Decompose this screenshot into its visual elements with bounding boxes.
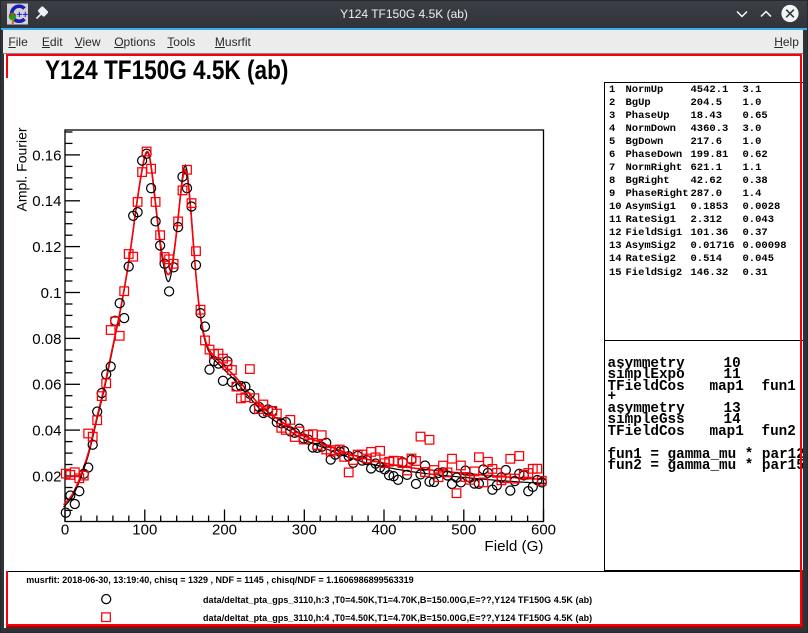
svg-text:600: 600 [531,522,556,539]
svg-text:200: 200 [212,522,237,539]
svg-text:Field (G): Field (G) [484,538,543,555]
svg-text:0.08: 0.08 [32,331,61,348]
svg-text:0: 0 [61,522,69,539]
svg-text:500: 500 [451,522,476,539]
svg-text:300: 300 [292,522,317,539]
svg-text:100: 100 [132,522,157,539]
svg-text:400: 400 [371,522,396,539]
svg-text:0.1: 0.1 [41,285,62,302]
svg-text:0.02: 0.02 [32,468,61,485]
